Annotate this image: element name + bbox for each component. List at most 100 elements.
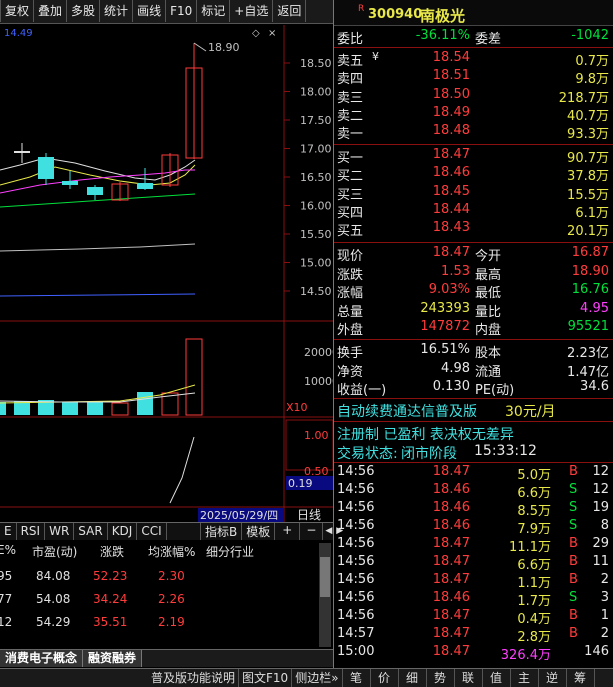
- toolbar-button-0[interactable]: 复权: [0, 0, 35, 22]
- toolbar-button-2[interactable]: 多股: [67, 0, 101, 22]
- tick-volume-10: 326.4万: [500, 648, 551, 663]
- status-label: 交易状态:: [337, 446, 398, 462]
- quote-label-1: 涨跌: [337, 267, 364, 283]
- tick-price-0: 18.47: [432, 464, 470, 479]
- sep-5: [334, 398, 613, 399]
- sell-volume-3: 40.7万: [567, 108, 609, 124]
- price-tick-8: 14.50: [300, 285, 332, 298]
- quote-label-3: 总量: [337, 304, 364, 320]
- toolbar-button-8[interactable]: 返回: [273, 0, 307, 22]
- tick-count-5: 11: [592, 554, 609, 569]
- stat-label-1: 净资: [337, 364, 364, 380]
- tick-time-1: 14:56: [337, 482, 375, 497]
- indicator-value: 0.19: [288, 477, 313, 490]
- table-scrollbar[interactable]: [319, 543, 331, 647]
- indicator-b-button[interactable]: 指标B: [200, 523, 241, 540]
- zoom-in-button[interactable]: +: [274, 523, 299, 540]
- indicator-buttons: 指标B 模板 + − ◀ ▶: [200, 523, 345, 540]
- indicator-tab-e[interactable]: E: [0, 523, 17, 540]
- footer-item-11[interactable]: 筹: [567, 669, 595, 687]
- wei-bi-label: 委比: [337, 32, 364, 47]
- table-header-3[interactable]: 均涨幅%: [148, 543, 195, 560]
- indicator-tab-wr[interactable]: WR: [45, 523, 75, 540]
- table-header-4[interactable]: 细分行业: [206, 543, 254, 560]
- sell-price-2: 18.50: [432, 86, 470, 102]
- footer-item-9[interactable]: 主: [511, 669, 539, 687]
- table-cell-2-3: 2.19: [158, 615, 185, 629]
- price-tick-1: 18.00: [300, 86, 332, 99]
- sell-volume-1: 9.8万: [575, 72, 609, 88]
- r-badge: R: [358, 4, 365, 14]
- footer-item-3[interactable]: 笔: [343, 669, 371, 687]
- toolbar-button-6[interactable]: 标记: [197, 0, 231, 22]
- toolbar: 复权 叠加 多股 统计 画线 F10 标记 +自选 返回: [0, 0, 333, 24]
- indicator-tab-kdj[interactable]: KDJ: [108, 523, 138, 540]
- indicator-tab-rsi[interactable]: RSI: [17, 523, 46, 540]
- toolbar-button-4[interactable]: 画线: [133, 0, 167, 22]
- tick-count-0: 12: [592, 464, 609, 479]
- footer-item-5[interactable]: 细: [399, 669, 427, 687]
- table-cell-1-0: 77: [0, 592, 13, 606]
- ind-tick-1: 0.50: [304, 465, 329, 478]
- indicator-tab-cci[interactable]: CCI: [137, 523, 167, 540]
- period-label[interactable]: 日线: [297, 508, 321, 522]
- sector-tab-0[interactable]: 消费电子概念: [0, 650, 84, 667]
- footer-item-7[interactable]: 联: [455, 669, 483, 687]
- tick-price-8: 18.47: [432, 608, 470, 623]
- template-button[interactable]: 模板: [241, 523, 274, 540]
- diamond-icon[interactable]: ◇: [252, 28, 260, 39]
- footer-item-4[interactable]: 价: [371, 669, 399, 687]
- close-chart-icon[interactable]: ×: [268, 28, 276, 39]
- zoom-out-button[interactable]: −: [299, 523, 322, 540]
- tick-time-0: 14:56: [337, 464, 375, 479]
- stat-value-2: 0.130: [432, 379, 470, 394]
- table-cell-0-3: 2.30: [158, 569, 185, 583]
- sep-2: [334, 144, 613, 145]
- buy-label-4: 买五: [337, 224, 364, 240]
- ma250-line: [0, 293, 196, 297]
- footer-item-0[interactable]: 普及版功能说明: [148, 669, 240, 687]
- sector-tab-1[interactable]: 融资融券: [83, 650, 143, 667]
- buy-price-0: 18.47: [432, 147, 470, 162]
- quote-label2-4: 内盘: [475, 323, 502, 338]
- stat-value-0: 16.51%: [420, 342, 470, 357]
- indicator-tab-sar[interactable]: SAR: [74, 523, 108, 540]
- industry-table: E% 市盈(动) 涨跌 均涨幅% 细分行业 95 84.08 52.23 2.30 77 54.08…: [0, 541, 333, 649]
- price-tick-6: 15.50: [300, 228, 332, 241]
- quote-value2-3: 4.95: [580, 300, 609, 316]
- footer-item-6[interactable]: 势: [427, 669, 455, 687]
- currency-icon: ¥: [372, 50, 379, 63]
- footer-item-10[interactable]: 逆: [539, 669, 567, 687]
- table-header-2[interactable]: 涨跌: [100, 543, 124, 560]
- quote-label2-1: 最高: [475, 267, 502, 283]
- quote-label-2: 涨幅: [337, 286, 364, 301]
- price-tick-4: 16.50: [300, 171, 332, 184]
- table-cell-0-2: 52.23: [93, 569, 128, 583]
- tick-volume-9: 2.8万: [517, 630, 551, 645]
- tick-side-7: S: [569, 590, 578, 605]
- buy-label-2: 买三: [337, 187, 364, 203]
- toolbar-button-5[interactable]: F10: [166, 0, 198, 22]
- table-header-0[interactable]: E%: [0, 543, 16, 557]
- table-header-1[interactable]: 市盈(动): [32, 543, 77, 560]
- buy-volume-0: 90.7万: [567, 151, 609, 166]
- stat-value2-2: 34.6: [580, 379, 609, 394]
- footer-item-2[interactable]: 侧边栏»: [292, 669, 343, 687]
- toolbar-button-1[interactable]: 叠加: [34, 0, 68, 22]
- buy-volume-4: 20.1万: [567, 224, 609, 240]
- tick-time-6: 14:56: [337, 572, 375, 587]
- footer-item-8[interactable]: 值: [483, 669, 511, 687]
- sell-price-1: 18.51: [432, 68, 470, 84]
- sell-volume-4: 93.3万: [567, 127, 609, 143]
- kline-chart[interactable]: 14.49 ◇ × 18.90 0.19 2025/05/29/四 日线 18.…: [0, 25, 339, 540]
- toolbar-button-7[interactable]: +自选: [230, 0, 274, 22]
- status-state: 闭市阶段: [401, 446, 457, 462]
- tick-count-6: 2: [600, 572, 609, 587]
- scrollbar-thumb[interactable]: [320, 557, 330, 597]
- toolbar-button-3[interactable]: 统计: [100, 0, 134, 22]
- tick-time-9: 14:57: [337, 626, 375, 641]
- tick-price-6: 18.47: [432, 572, 470, 587]
- footer-item-1[interactable]: 图文F10: [239, 669, 293, 687]
- table-cell-0-0: 95: [0, 569, 13, 583]
- stock-code: 300940: [368, 7, 423, 22]
